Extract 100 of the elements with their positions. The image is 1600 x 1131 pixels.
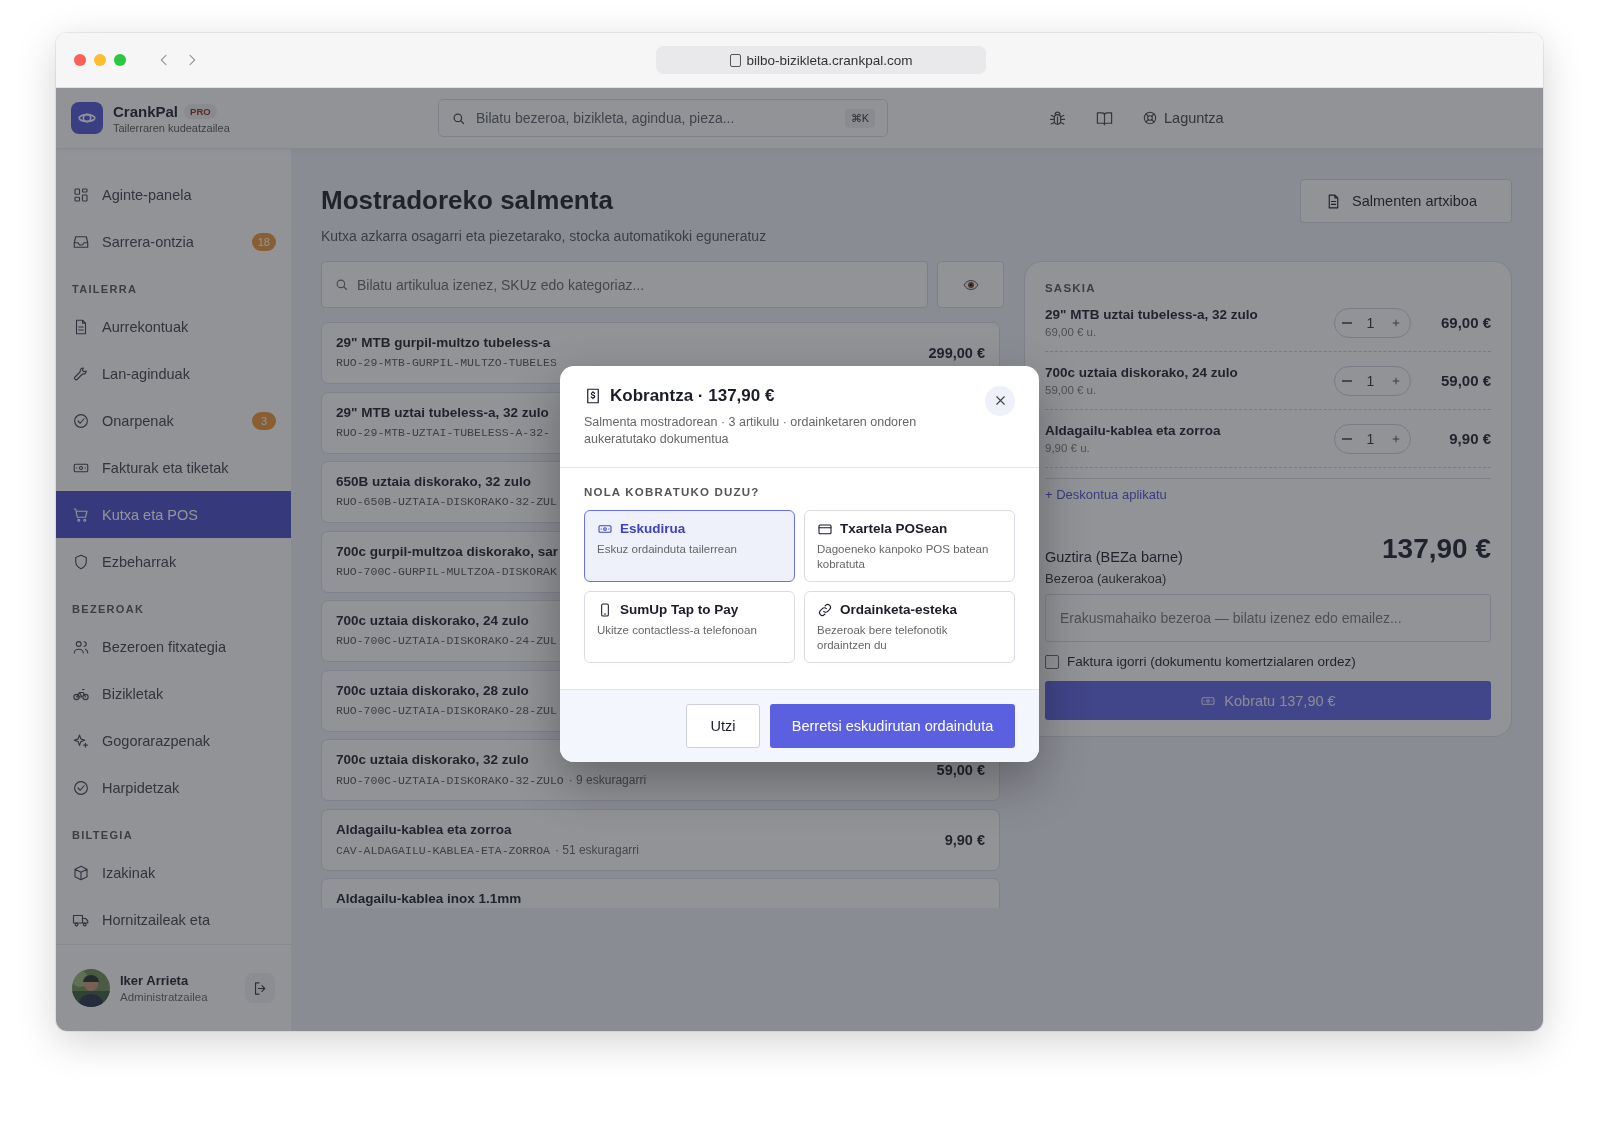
method-title: Txartela POSean — [840, 521, 948, 536]
sidebar-item[interactable]: Aurrekontuak — [56, 303, 291, 350]
close-button[interactable] — [985, 385, 1015, 416]
help-button[interactable]: Laguntza — [1142, 110, 1224, 126]
search-icon — [334, 277, 349, 292]
confirm-button[interactable]: Berretsi eskudirutan ordainduta — [770, 703, 1015, 748]
payment-method-option[interactable]: SumUp Tap to Pay Ukitze contactless-a telefonoan — [584, 590, 795, 663]
product-sku: RUO-700C-UZTAIA-DISKORAKO-28-ZUL — [336, 703, 557, 717]
product-price: 299,00 € — [928, 345, 985, 361]
product-card[interactable]: Aldagailu-kablea inox 1.1mm — [321, 878, 1000, 908]
user-name: Iker Arrieta — [120, 973, 190, 988]
shield-icon — [72, 552, 90, 571]
product-name: 700c uztaia diskorako, 32 zulo — [336, 752, 529, 767]
unit-price: 9,90 € u. — [1045, 442, 1091, 454]
section-heading: TAILERRA — [71, 282, 139, 297]
page-subtitle: Kutxa azkarra osagarri eta piezetarako, stocka automatikoki eguneratuz — [321, 228, 767, 244]
product-sku: RUO-29-MTB-GURPIL-MULTZO-TUBELES — [336, 356, 557, 369]
unit-price: 59,00 € u. — [1045, 384, 1098, 396]
payment-method-option[interactable]: Eskudirua Eskuz ordainduta tailerrean — [584, 509, 795, 582]
customer-label: Bezeroa (aukerakoa) — [1045, 571, 1168, 586]
cart-title: SASKIA — [1045, 282, 1097, 294]
dialog-subtitle: Salmenta mostradorean · 3 artikulu · ordainketaren ondoren aukeratutako dokumentua — [584, 413, 918, 448]
method-title: Ordainketa-esteka — [840, 602, 958, 617]
page-icon — [729, 53, 741, 67]
minus-icon — [1342, 437, 1353, 440]
minimize-window-dot[interactable] — [94, 54, 106, 66]
charge-button[interactable]: Kobratu 137,90 € — [1045, 681, 1491, 720]
logo-icon — [71, 102, 103, 134]
box-icon — [72, 863, 90, 882]
quantity-value: 1 — [1366, 372, 1375, 389]
sidebar-item[interactable]: Kutxa eta POS — [56, 491, 291, 538]
decrease-button[interactable] — [1342, 321, 1353, 324]
stock-text: · 9 eskuragarri — [568, 773, 647, 787]
method-description: Bezeroak bere telefonotik ordaintzen du — [817, 622, 949, 653]
minus-icon — [1342, 379, 1353, 382]
decrease-button[interactable] — [1342, 437, 1353, 440]
sidebar-item[interactable]: Lan-aginduak — [56, 350, 291, 397]
customer-field[interactable]: Erakusmahaiko bezeroa — bilatu izenez edo emailez... — [1045, 594, 1491, 642]
cancel-button[interactable]: Utzi — [686, 703, 760, 748]
product-sku: RUO-700C-GURPIL-MULTZOA-DISKORAK — [336, 564, 557, 578]
cart-icon — [72, 505, 90, 524]
sparkle-icon — [72, 731, 90, 750]
section-heading: BEZEROAK — [71, 602, 146, 617]
product-name: 29" MTB gurpil-multzo tubeless-a — [336, 335, 551, 350]
product-search-field[interactable]: Bilatu artikulua izenez, SKUz edo kategoriaz... — [321, 261, 928, 308]
sidebar-item[interactable]: Gogorarazpenak — [56, 717, 291, 764]
sidebar-item[interactable]: Fakturak eta tiketak — [56, 444, 291, 491]
close-window-dot[interactable] — [74, 54, 86, 66]
link-icon — [817, 601, 833, 618]
section-heading: NOLA KOBRATUKO DUZU? — [584, 485, 761, 498]
invoice-checkbox[interactable] — [1045, 654, 1059, 669]
product-sku: RUO-650B-UZTAIA-DISKORAKO-32-ZUL — [336, 495, 557, 508]
sidebar-item[interactable]: Sarrera-ontzia 18 — [56, 218, 291, 265]
sidebar-item[interactable]: Harpidetzak — [56, 764, 291, 811]
method-description: Dagoeneko kanpoko POS batean kobratuta — [817, 541, 990, 572]
quantity-value: 1 — [1366, 430, 1375, 447]
product-price: 9,90 € — [944, 831, 985, 848]
shortcut-hint: ⌘K — [844, 108, 875, 128]
lifebuoy-icon — [1142, 110, 1158, 126]
cart-item-name: Aldagailu-kablea eta zorroa — [1045, 423, 1222, 438]
payment-method-option[interactable]: Txartela POSean Dagoeneko kanpoko POS batean kobratuta — [804, 509, 1015, 582]
invoice-label: Faktura igorri (dokumentu komertzialaren ordez) — [1067, 654, 1356, 669]
method-title: Eskudirua — [620, 521, 686, 536]
archive-button[interactable]: Salmenten artxiboa — [1300, 179, 1512, 223]
product-card[interactable]: Aldagailu-kablea eta zorroa CAV-ALDAGAILU-KABLEA-ETA-ZORROA · 51 eskuragarri 9,90 € — [321, 808, 1000, 871]
sidebar-item[interactable]: Bizikletak — [56, 670, 291, 717]
sidebar-item[interactable]: Bezeroen fitxategia — [56, 623, 291, 670]
grid-icon — [72, 185, 90, 204]
eye-icon — [962, 278, 979, 291]
minus-icon — [1342, 321, 1353, 324]
cart-item-name: 29" MTB uztai tubeless-a, 32 zulo — [1045, 307, 1259, 322]
check-circle-icon — [72, 778, 90, 797]
dialog-title: Kobrantza · 137,90 € — [610, 385, 775, 406]
search-field[interactable]: Bilatu bezeroa, bizikleta, agindua, pieza... ⌘K — [438, 99, 888, 137]
method-description: Eskuz ordainduta tailerrean — [597, 541, 738, 557]
discount-link[interactable]: + Deskontua aplikatu — [1045, 487, 1167, 502]
receipt-icon — [584, 386, 602, 405]
sidebar-item[interactable]: Aginte-panela — [56, 171, 291, 218]
sidebar-item[interactable]: Izakinak — [56, 849, 291, 896]
line-total: 69,00 € — [1439, 314, 1491, 331]
decrease-button[interactable] — [1342, 379, 1353, 382]
plan-badge: PRO — [184, 103, 217, 119]
address-bar[interactable]: bilbo-bizikleta.crankpal.com — [656, 46, 986, 74]
payment-method-option[interactable]: Ordainketa-esteka Bezeroak bere telefonotik ordaintzen du — [804, 590, 1015, 663]
sidebar-item[interactable]: Onarpenak 3 — [56, 397, 291, 444]
product-sku: RUO-29-MTB-UZTAI-TUBELESS-A-32- — [336, 425, 550, 439]
line-total: 59,00 € — [1439, 372, 1491, 389]
total-amount: 137,90 € — [1382, 533, 1491, 565]
product-name: Aldagailu-kablea inox 1.1mm — [336, 891, 522, 906]
product-name: 29" MTB uztai tubeless-a, 32 zulo — [336, 404, 549, 420]
method-description: Ukitze contactless-a telefonoan — [597, 622, 758, 638]
sidebar-item[interactable]: Hornitzaileak eta — [56, 896, 291, 943]
product-name: 700c gurpil-multzoa diskorako, sar — [336, 543, 559, 559]
url-text: bilbo-bizikleta.crankpal.com — [746, 52, 913, 68]
check-circle-icon — [72, 411, 90, 430]
logout-button[interactable] — [245, 973, 275, 1003]
zoom-window-dot[interactable] — [114, 54, 126, 66]
wrench-icon — [72, 364, 90, 383]
sidebar-item[interactable]: Ezbeharrak — [56, 538, 291, 585]
eye-button[interactable] — [937, 261, 1004, 308]
